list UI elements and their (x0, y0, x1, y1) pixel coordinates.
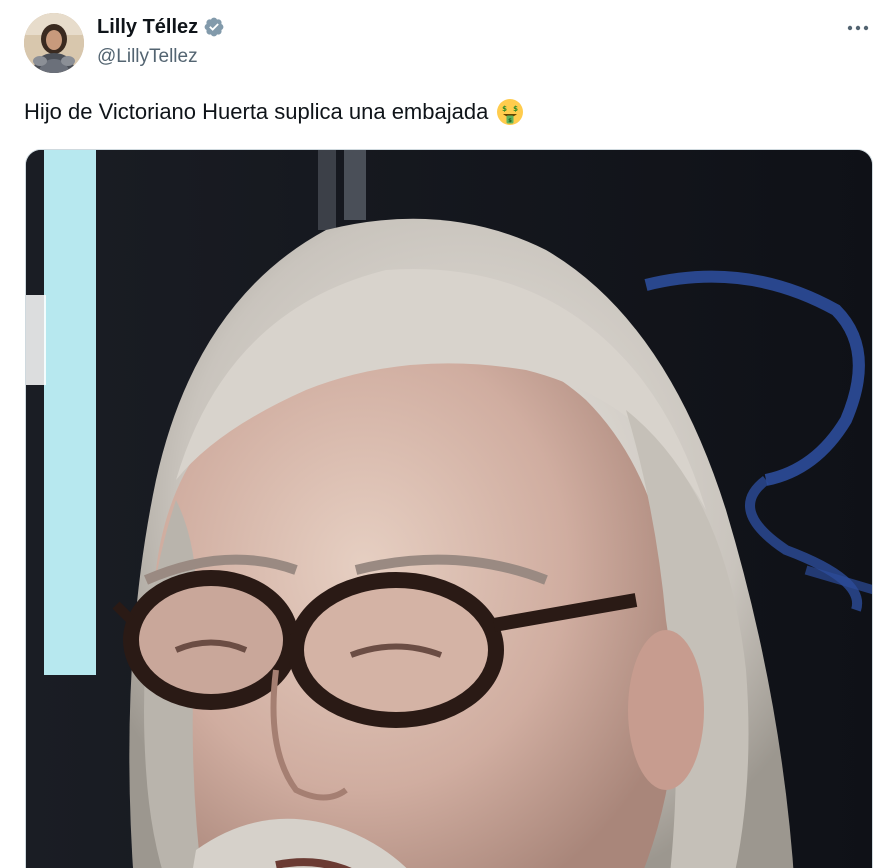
more-options-button[interactable] (842, 14, 874, 42)
tweet-card: Lilly Téllez @LillyTellez Hijo de Victor… (0, 0, 894, 868)
tweet-text-content: Hijo de Victoriano Huerta suplica una em… (24, 99, 489, 124)
svg-text:$: $ (508, 118, 512, 124)
tweet-media-video[interactable] (25, 149, 873, 868)
author-info: Lilly Téllez @LillyTellez (97, 13, 225, 72)
video-frame-image (26, 150, 872, 868)
avatar-image (24, 13, 84, 73)
verified-badge-icon[interactable] (203, 16, 225, 38)
money-mouth-face-emoji-icon: $ $ $ (496, 98, 524, 126)
author-avatar[interactable] (24, 13, 84, 73)
svg-text:$: $ (502, 105, 507, 113)
author-handle[interactable]: @LillyTellez (97, 42, 225, 72)
tweet-text: Hijo de Victoriano Huerta suplica una em… (24, 96, 524, 128)
author-name-row: Lilly Téllez (97, 13, 225, 41)
svg-text:$: $ (513, 105, 518, 113)
author-display-name[interactable]: Lilly Téllez (97, 13, 198, 41)
more-options-icon (847, 25, 869, 31)
